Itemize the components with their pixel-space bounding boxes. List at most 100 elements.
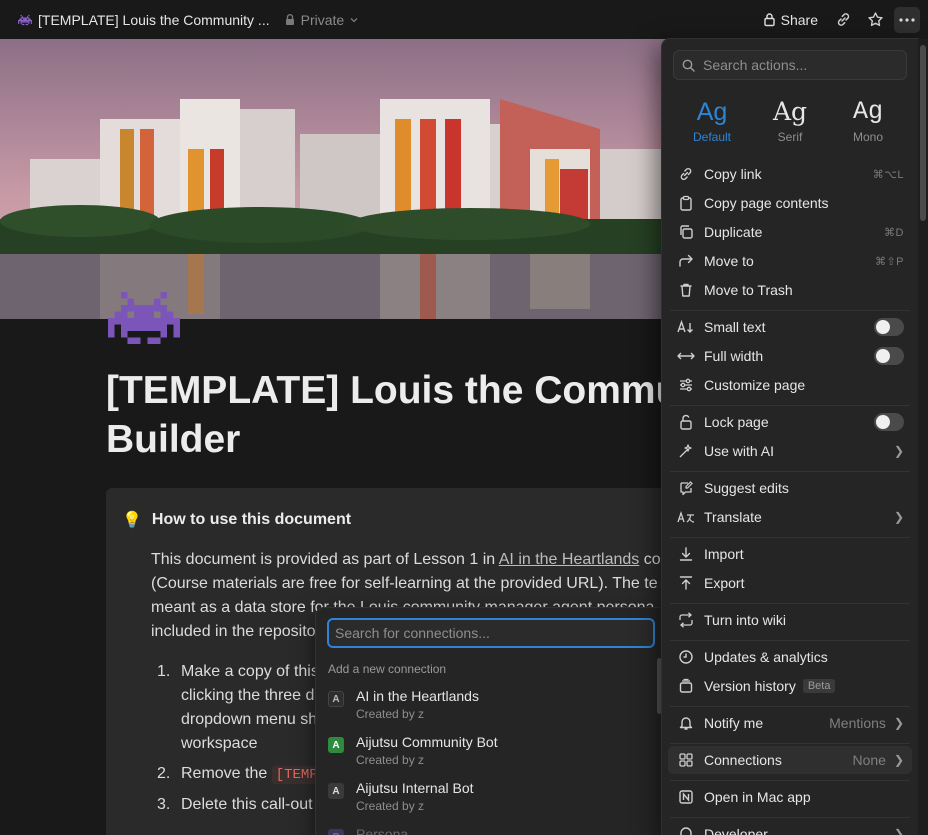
menu-divider <box>670 310 910 311</box>
menu-item-export[interactable]: Export <box>668 569 912 597</box>
lock-icon <box>763 13 775 27</box>
menu-scrollbar-thumb[interactable] <box>920 45 926 221</box>
menu-item-label: Move to Trash <box>704 282 793 298</box>
font-option-serif[interactable]: Ag Serif <box>751 95 829 144</box>
menu-item-duplicate[interactable]: Duplicate ⌘D <box>668 218 912 246</box>
font-label: Serif <box>777 130 803 144</box>
menu-item-label: Small text <box>704 319 766 335</box>
font-option-default[interactable]: Ag Default <box>673 95 751 144</box>
small-text-toggle[interactable] <box>874 318 904 336</box>
page-title[interactable]: [TEMPLATE] Louis the Commu Builder <box>106 366 679 464</box>
menu-item-label: Duplicate <box>704 224 763 240</box>
chevron-right-icon: ❯ <box>893 827 904 835</box>
menu-item-move-to[interactable]: Move to ⌘⇧P <box>668 247 912 275</box>
sliders-icon <box>680 378 692 392</box>
menu-divider <box>670 537 910 538</box>
connection-item[interactable]: A AI in the Heartlands Created by z <box>328 688 648 734</box>
expand-horizontal-icon <box>677 352 695 360</box>
full-width-toggle[interactable] <box>874 347 904 365</box>
share-button[interactable]: Share <box>757 8 824 32</box>
bell-icon <box>679 717 693 730</box>
menu-item-small-text[interactable]: Small text <box>668 313 912 341</box>
menu-item-label: Move to <box>704 253 754 269</box>
menu-item-translate[interactable]: Translate ❯ <box>668 503 912 531</box>
more-horizontal-icon <box>899 17 915 22</box>
connection-name: Aijutsu Internal Bot <box>356 780 474 796</box>
favorite-button[interactable] <box>862 7 888 33</box>
font-style-picker: Ag Default Ag Serif Ag Mono <box>673 95 907 144</box>
menu-item-use-with-ai[interactable]: Use with AI ❯ <box>668 437 912 465</box>
menu-item-label: Copy link <box>704 166 762 182</box>
lock-icon <box>285 14 294 25</box>
menu-item-turn-into-wiki[interactable]: Turn into wiki <box>668 606 912 634</box>
connections-grid-icon <box>679 753 693 767</box>
list-number: 1. <box>157 663 171 680</box>
menu-item-import[interactable]: Import <box>668 540 912 568</box>
numbered-list: 1. Make a copy of this clicking the thre… <box>157 660 322 823</box>
menu-item-open-in-mac-app[interactable]: Open in Mac app <box>668 783 912 811</box>
convert-icon <box>679 612 693 628</box>
suggest-edit-icon <box>680 481 693 496</box>
menu-item-lock-page[interactable]: Lock page <box>668 408 912 436</box>
shortcut-hint: ⌘⇧P <box>874 255 904 268</box>
menu-item-copy-link[interactable]: Copy link ⌘⌥L <box>668 160 912 188</box>
callout-header: 💡 How to use this document <box>122 510 351 530</box>
connection-item[interactable]: A Aijutsu Internal Bot Created by z <box>328 780 648 826</box>
menu-item-label: Suggest edits <box>704 480 789 496</box>
actions-search-box[interactable] <box>673 50 907 80</box>
menu-item-suggest-edits[interactable]: Suggest edits <box>668 474 912 502</box>
menu-item-connections[interactable]: Connections None ❯ <box>668 746 912 774</box>
menu-divider <box>670 603 910 604</box>
menu-item-version-history[interactable]: Version history Beta <box>668 672 912 700</box>
menu-item-copy-page-contents[interactable]: Copy page contents <box>668 189 912 217</box>
list-item-text: clicking the three d <box>181 687 315 704</box>
menu-item-updates-analytics[interactable]: Updates & analytics <box>668 643 912 671</box>
menu-item-full-width[interactable]: Full width <box>668 342 912 370</box>
privacy-label: Private <box>300 11 345 28</box>
menu-item-developer[interactable]: Developer ❯ <box>668 820 912 835</box>
paragraph-text: co <box>639 551 661 568</box>
menu-scrollbar[interactable] <box>918 39 928 835</box>
copy-link-button[interactable] <box>830 7 856 33</box>
chevron-right-icon: ❯ <box>893 753 904 767</box>
link-icon <box>837 13 849 26</box>
export-icon <box>679 576 693 590</box>
connection-item[interactable]: A Aijutsu Community Bot Created by z <box>328 734 648 780</box>
page-actions-menu: Ag Default Ag Serif Ag Mono Copy link ⌘⌥… <box>662 39 918 835</box>
menu-item-label: Turn into wiki <box>704 612 786 628</box>
connections-list: A AI in the Heartlands Created by z A Ai… <box>328 688 648 835</box>
ai-sparkle-icon <box>679 444 692 458</box>
font-sample: Ag <box>852 97 883 126</box>
menu-divider <box>670 743 910 744</box>
course-link[interactable]: AI in the Heartlands <box>499 551 640 568</box>
chevron-right-icon: ❯ <box>893 716 904 730</box>
menu-item-label: Import <box>704 546 744 562</box>
connection-item[interactable]: P Persona <box>328 826 648 835</box>
more-actions-button[interactable] <box>894 6 920 33</box>
privacy-dropdown[interactable]: Private <box>284 12 360 28</box>
menu-item-label: Full width <box>704 348 764 364</box>
menu-divider <box>670 471 910 472</box>
chevron-right-icon: ❯ <box>893 510 904 524</box>
menu-item-move-to-trash[interactable]: Move to Trash <box>668 276 912 304</box>
connection-badge-icon: A <box>328 783 344 799</box>
list-item-text: dropdown menu sh <box>181 711 318 728</box>
shortcut-hint: ⌘D <box>884 226 904 239</box>
menu-item-notify-me[interactable]: Notify me Mentions ❯ <box>668 709 912 737</box>
alien-monster-icon[interactable] <box>108 286 180 350</box>
connections-search-input[interactable] <box>327 618 655 648</box>
menu-item-label: Connections <box>704 752 782 768</box>
actions-search-input[interactable] <box>703 57 893 73</box>
menu-divider <box>670 817 910 818</box>
text-size-icon <box>677 319 693 333</box>
list-item: 3. Delete this call-out <box>157 793 322 817</box>
lock-page-toggle[interactable] <box>874 413 904 431</box>
font-option-mono[interactable]: Ag Mono <box>829 95 907 144</box>
clipboard-icon <box>680 195 692 211</box>
page-title-line-2: Builder <box>106 418 241 461</box>
menu-item-label: Use with AI <box>704 443 775 459</box>
menu-item-label: Open in Mac app <box>704 789 811 805</box>
menu-item-label: Customize page <box>704 377 806 393</box>
breadcrumb-page-title[interactable]: [TEMPLATE] Louis the Community ... <box>38 12 270 28</box>
menu-item-customize-page[interactable]: Customize page <box>668 371 912 399</box>
